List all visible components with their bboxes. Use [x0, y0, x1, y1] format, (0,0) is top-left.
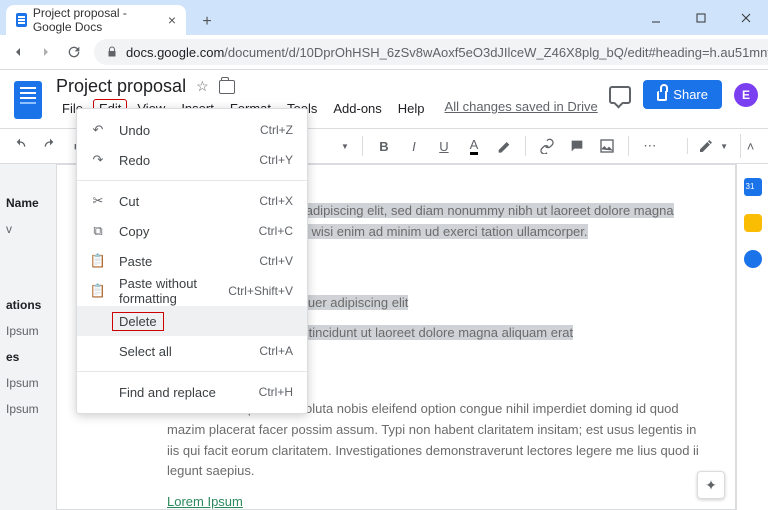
body-link[interactable]: Lorem Ipsum [167, 494, 243, 509]
docs-avatar[interactable]: E [734, 83, 758, 107]
text-color-icon[interactable]: A [462, 134, 486, 158]
undo-icon[interactable] [8, 134, 32, 158]
document-title[interactable]: Project proposal [56, 76, 186, 97]
close-window-button[interactable] [723, 0, 768, 35]
menu-paste-plain[interactable]: 📋 Paste without formatting Ctrl+Shift+V [77, 276, 307, 306]
underline-icon[interactable]: U [432, 134, 456, 158]
pencil-icon [698, 138, 714, 154]
tab-close-icon[interactable]: × [168, 12, 176, 28]
outline-panel[interactable]: Name v ations Ipsum es Ipsum Ipsum [0, 164, 56, 510]
outline-item[interactable]: es [6, 350, 50, 364]
insert-image-icon[interactable] [595, 134, 619, 158]
reload-button[interactable] [66, 42, 82, 62]
mode-button[interactable]: ▼ [687, 138, 728, 154]
new-tab-button[interactable]: + [194, 9, 220, 35]
tab-title: Project proposal - Google Docs [33, 6, 162, 34]
browser-toolbar: docs.google.com/document/d/10DprOhHSH_6z… [0, 35, 768, 70]
paste-plain-icon: 📋 [89, 283, 107, 299]
outline-item[interactable]: v [6, 222, 50, 236]
share-label: Share [673, 87, 708, 102]
address-bar[interactable]: docs.google.com/document/d/10DprOhHSH_6z… [94, 39, 768, 65]
comments-icon[interactable] [609, 86, 631, 104]
menu-undo[interactable]: ↶ Undo Ctrl+Z [77, 115, 307, 145]
share-lock-icon [657, 91, 667, 101]
keep-icon[interactable] [744, 214, 762, 232]
docs-favicon [16, 13, 27, 27]
outline-item[interactable]: Ipsum [6, 402, 50, 416]
outline-item[interactable]: Ipsum [6, 376, 50, 390]
explore-button[interactable] [697, 471, 725, 499]
menu-help[interactable]: Help [392, 99, 431, 118]
delete-label: Delete [112, 312, 164, 331]
docs-logo-icon[interactable] [10, 76, 46, 124]
italic-icon[interactable]: I [402, 134, 426, 158]
menu-paste[interactable]: 📋 Paste Ctrl+V [77, 246, 307, 276]
copy-icon: ⧉ [89, 223, 107, 239]
menu-copy[interactable]: ⧉ Copy Ctrl+C [77, 216, 307, 246]
highlight-icon[interactable] [492, 134, 516, 158]
outline-item[interactable]: ations [6, 298, 50, 312]
paste-icon: 📋 [89, 253, 107, 269]
window-buttons [633, 0, 768, 35]
menu-redo[interactable]: ↷ Redo Ctrl+Y [77, 145, 307, 175]
calendar-icon[interactable] [744, 178, 762, 196]
outline-item[interactable]: Ipsum [6, 324, 50, 338]
lock-icon [106, 46, 118, 58]
maximize-button[interactable] [678, 0, 723, 35]
font-size-dropdown[interactable]: ▼ [337, 142, 353, 151]
share-button[interactable]: Share [643, 80, 722, 109]
save-status[interactable]: All changes saved in Drive [445, 99, 598, 118]
url-text: docs.google.com/document/d/10DprOhHSH_6z… [126, 45, 768, 60]
bold-icon[interactable]: B [372, 134, 396, 158]
menu-select-all[interactable]: Select all Ctrl+A [77, 336, 307, 366]
redo-icon[interactable] [38, 134, 62, 158]
menu-addons[interactable]: Add-ons [327, 99, 387, 118]
back-button[interactable] [10, 42, 26, 62]
menu-find-replace[interactable]: Find and replace Ctrl+H [77, 377, 307, 407]
more-icon[interactable]: ⋯ [638, 134, 662, 158]
menu-cut[interactable]: ✂ Cut Ctrl+X [77, 186, 307, 216]
menu-delete[interactable]: Delete [77, 306, 307, 336]
cut-icon: ✂ [89, 193, 107, 209]
insert-comment-icon[interactable] [565, 134, 589, 158]
collapse-icon[interactable]: ˄ [740, 134, 760, 158]
browser-tab[interactable]: Project proposal - Google Docs × [6, 5, 186, 35]
browser-titlebar: Project proposal - Google Docs × + [0, 0, 768, 35]
outline-item[interactable]: Name [6, 196, 50, 210]
move-icon[interactable] [219, 80, 235, 94]
insert-link-icon[interactable] [535, 134, 559, 158]
tasks-icon[interactable] [744, 250, 762, 268]
forward-button[interactable] [38, 42, 54, 62]
side-panel [736, 164, 768, 510]
redo-icon: ↷ [89, 152, 107, 168]
edit-menu-dropdown: ↶ Undo Ctrl+Z ↷ Redo Ctrl+Y ✂ Cut Ctrl+X… [76, 108, 308, 414]
minimize-button[interactable] [633, 0, 678, 35]
star-icon[interactable]: ☆ [196, 78, 209, 95]
undo-icon: ↶ [89, 122, 107, 138]
